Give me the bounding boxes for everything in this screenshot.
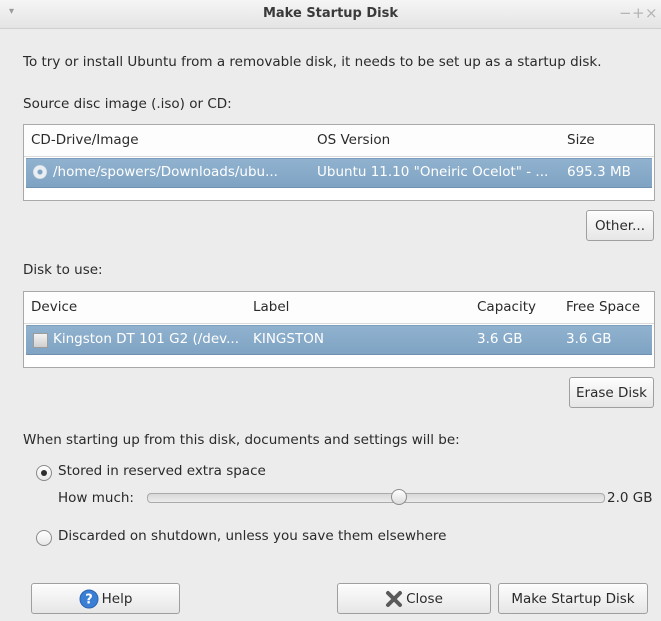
column-header-free-space[interactable]: Free Space bbox=[566, 299, 640, 315]
minimize-icon[interactable]: − bbox=[619, 4, 632, 22]
disk-list[interactable]: Device Label Capacity Free Space Kingsto… bbox=[23, 291, 655, 368]
close-button-label: Close bbox=[406, 590, 443, 607]
disk-capacity: 3.6 GB bbox=[477, 331, 523, 347]
radio-stored[interactable] bbox=[36, 465, 52, 481]
svg-text:?: ? bbox=[85, 592, 93, 607]
erase-disk-button[interactable]: Erase Disk bbox=[569, 377, 654, 408]
source-image-path: /home/spowers/Downloads/ubu... bbox=[53, 164, 278, 180]
window-titlebar[interactable]: ▾ Make Startup Disk − + × bbox=[0, 0, 661, 29]
source-label: Source disc image (.iso) or CD: bbox=[23, 96, 232, 112]
close-button[interactable]: Close bbox=[337, 583, 491, 614]
close-icon bbox=[386, 590, 403, 607]
disk-row[interactable]: Kingston DT 101 G2 (/dev... KINGSTON 3.6… bbox=[26, 325, 652, 355]
column-header-label[interactable]: Label bbox=[253, 299, 289, 315]
disk-free-space: 3.6 GB bbox=[566, 331, 612, 347]
other-button[interactable]: Other... bbox=[586, 210, 654, 241]
column-header-image[interactable]: CD-Drive/Image bbox=[31, 132, 139, 148]
column-header-os-version[interactable]: OS Version bbox=[317, 132, 390, 148]
column-header-size[interactable]: Size bbox=[567, 132, 595, 148]
option-stored-label[interactable]: Stored in reserved extra space bbox=[58, 463, 266, 479]
source-list-header: CD-Drive/Image OS Version Size bbox=[24, 125, 654, 157]
option-discarded-label[interactable]: Discarded on shutdown, unless you save t… bbox=[58, 528, 446, 544]
disk-label-value: KINGSTON bbox=[253, 331, 324, 347]
source-size: 695.3 MB bbox=[567, 164, 631, 180]
persistence-label: When starting up from this disk, documen… bbox=[23, 432, 460, 448]
persistence-slider[interactable] bbox=[147, 493, 605, 503]
source-os-version: Ubuntu 11.10 "Oneiric Ocelot" - ... bbox=[317, 164, 549, 180]
column-header-device[interactable]: Device bbox=[31, 299, 77, 315]
disk-label: Disk to use: bbox=[23, 262, 103, 278]
maximize-icon[interactable]: + bbox=[632, 4, 645, 22]
window-title: Make Startup Disk bbox=[262, 6, 399, 21]
usb-drive-icon bbox=[33, 333, 48, 348]
how-much-label: How much: bbox=[58, 490, 134, 506]
disk-device: Kingston DT 101 G2 (/dev... bbox=[53, 331, 240, 347]
slider-handle[interactable] bbox=[390, 489, 407, 505]
make-startup-disk-button[interactable]: Make Startup Disk bbox=[498, 583, 648, 614]
source-list[interactable]: CD-Drive/Image OS Version Size /home/spo… bbox=[23, 124, 655, 201]
help-icon: ? bbox=[79, 589, 99, 608]
radio-discarded[interactable] bbox=[36, 530, 52, 546]
slider-value: 2.0 GB bbox=[607, 490, 653, 506]
source-row[interactable]: /home/spowers/Downloads/ubu... Ubuntu 11… bbox=[26, 158, 652, 188]
help-button[interactable]: ? Help bbox=[31, 583, 180, 614]
close-window-icon[interactable]: × bbox=[645, 4, 658, 22]
help-button-label: Help bbox=[101, 590, 133, 607]
disk-list-header: Device Label Capacity Free Space bbox=[24, 292, 654, 324]
column-header-capacity[interactable]: Capacity bbox=[477, 299, 536, 315]
intro-text: To try or install Ubuntu from a removabl… bbox=[23, 54, 602, 70]
cd-icon bbox=[33, 165, 47, 179]
